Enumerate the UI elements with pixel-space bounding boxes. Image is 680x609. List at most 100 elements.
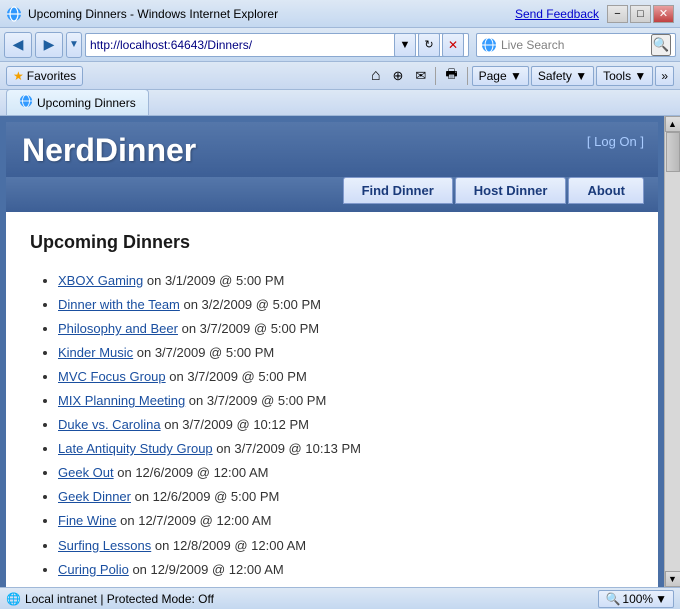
more-button[interactable]: » bbox=[655, 66, 674, 86]
dinner-detail: on 12/6/2009 @ 12:00 AM bbox=[114, 465, 269, 480]
nav-dropdown-button[interactable]: ▼ bbox=[66, 32, 82, 58]
zoom-button[interactable]: 🔍 100% ▼ bbox=[598, 590, 674, 608]
title-bar: Upcoming Dinners - Windows Internet Expl… bbox=[0, 0, 680, 28]
search-bar[interactable]: Live Search 🔍 bbox=[476, 33, 676, 57]
list-item: Duke vs. Carolina on 3/7/2009 @ 10:12 PM bbox=[58, 413, 634, 437]
dinner-link[interactable]: XBOX Gaming bbox=[58, 273, 143, 288]
dinner-detail: on 12/8/2009 @ 12:00 AM bbox=[151, 538, 306, 553]
dinner-link[interactable]: Philosophy and Beer bbox=[58, 321, 178, 336]
scroll-thumb[interactable] bbox=[666, 132, 680, 172]
list-item: Fine Wine on 12/7/2009 @ 12:00 AM bbox=[58, 509, 634, 533]
dinner-link[interactable]: Dinner with the Team bbox=[58, 297, 180, 312]
list-item: Surfing Lessons on 12/8/2009 @ 12:00 AM bbox=[58, 534, 634, 558]
dinner-link[interactable]: Kinder Music bbox=[58, 345, 133, 360]
forward-button[interactable]: ▶ bbox=[35, 32, 63, 58]
nav-bar: ◀ ▶ ▼ http://localhost:64643/Dinners/ ▼ … bbox=[0, 28, 680, 62]
toolbar-area: ⌂ ⊕ ✉ 🖶 Page ▼ Safety ▼ Tools ▼ » bbox=[87, 63, 674, 89]
safety-menu-button[interactable]: Safety ▼ bbox=[531, 66, 594, 86]
tools-menu-button[interactable]: Tools ▼ bbox=[596, 66, 653, 86]
back-button[interactable]: ◀ bbox=[4, 32, 32, 58]
log-on-link[interactable]: Log On bbox=[594, 134, 637, 149]
window-controls: − □ ✕ bbox=[607, 5, 674, 23]
search-placeholder: Live Search bbox=[501, 38, 651, 52]
close-button[interactable]: ✕ bbox=[653, 5, 674, 23]
favorites-button[interactable]: ★ Favorites bbox=[6, 66, 83, 86]
print-button[interactable]: 🖶 bbox=[440, 63, 462, 89]
send-feedback-link[interactable]: Send Feedback bbox=[515, 7, 599, 21]
ie-logo-icon bbox=[6, 6, 22, 22]
find-dinner-button[interactable]: Find Dinner bbox=[343, 177, 453, 204]
active-tab[interactable]: Upcoming Dinners bbox=[6, 89, 149, 115]
separator bbox=[435, 67, 436, 85]
minimize-button[interactable]: − bbox=[607, 5, 628, 23]
separator2 bbox=[467, 67, 468, 85]
site-title: NerdDinner bbox=[22, 132, 196, 168]
search-button[interactable]: 🔍 bbox=[651, 34, 671, 56]
zoom-icon: 🔍 bbox=[605, 592, 620, 606]
dinner-link[interactable]: Fine Wine bbox=[58, 513, 117, 528]
zoom-dropdown-icon: ▼ bbox=[655, 592, 667, 606]
list-item: Dinner with the Team on 3/2/2009 @ 5:00 … bbox=[58, 293, 634, 317]
dinner-link[interactable]: Geek Dinner bbox=[58, 489, 131, 504]
dinner-detail: on 3/1/2009 @ 5:00 PM bbox=[143, 273, 284, 288]
dinner-detail: on 3/7/2009 @ 10:12 PM bbox=[161, 417, 309, 432]
dinner-link[interactable]: Curing Polio bbox=[58, 562, 129, 577]
about-button[interactable]: About bbox=[568, 177, 644, 204]
scrollbar[interactable]: ▲ ▼ bbox=[664, 116, 680, 587]
scroll-track[interactable] bbox=[665, 132, 680, 571]
tab-ie-icon bbox=[19, 94, 33, 111]
scroll-up-button[interactable]: ▲ bbox=[665, 116, 680, 132]
dinner-detail: on 12/6/2009 @ 5:00 PM bbox=[131, 489, 279, 504]
email-button[interactable]: ✉ bbox=[410, 66, 431, 86]
log-on-area: [ Log On ] bbox=[587, 134, 644, 149]
address-dropdown-button[interactable]: ▼ bbox=[394, 33, 416, 57]
tab-label: Upcoming Dinners bbox=[37, 96, 136, 110]
scroll-down-button[interactable]: ▼ bbox=[665, 571, 680, 587]
favorites-label: Favorites bbox=[27, 69, 76, 83]
dinner-list: XBOX Gaming on 3/1/2009 @ 5:00 PMDinner … bbox=[30, 269, 634, 582]
status-bar: 🌐 Local intranet | Protected Mode: Off 🔍… bbox=[0, 587, 680, 609]
list-item: MVC Focus Group on 3/7/2009 @ 5:00 PM bbox=[58, 365, 634, 389]
dinner-link[interactable]: Surfing Lessons bbox=[58, 538, 151, 553]
window-title: Upcoming Dinners - Windows Internet Expl… bbox=[28, 7, 515, 21]
list-item: MIX Planning Meeting on 3/7/2009 @ 5:00 … bbox=[58, 389, 634, 413]
feeds-button[interactable]: ⊕ bbox=[388, 66, 409, 86]
list-item: XBOX Gaming on 3/1/2009 @ 5:00 PM bbox=[58, 269, 634, 293]
host-dinner-button[interactable]: Host Dinner bbox=[455, 177, 567, 204]
page-wrapper: NerdDinner [ Log On ] Find Dinner Host D… bbox=[0, 116, 664, 587]
stop-button[interactable]: ✕ bbox=[442, 33, 464, 57]
search-logo-icon bbox=[481, 37, 497, 53]
dinner-link[interactable]: Late Antiquity Study Group bbox=[58, 441, 213, 456]
dinner-detail: on 3/7/2009 @ 5:00 PM bbox=[133, 345, 274, 360]
address-icons: ▼ ↻ ✕ bbox=[394, 33, 464, 57]
page-menu-button[interactable]: Page ▼ bbox=[472, 66, 529, 86]
restore-button[interactable]: □ bbox=[630, 5, 651, 23]
favorites-bar: ★ Favorites ⌂ ⊕ ✉ 🖶 Page ▼ Safety ▼ Tool… bbox=[0, 62, 680, 90]
dinner-link[interactable]: Duke vs. Carolina bbox=[58, 417, 161, 432]
dinner-link[interactable]: MVC Focus Group bbox=[58, 369, 166, 384]
dinner-detail: on 3/7/2009 @ 10:13 PM bbox=[213, 441, 361, 456]
dinner-detail: on 3/7/2009 @ 5:00 PM bbox=[166, 369, 307, 384]
dinner-detail: on 3/7/2009 @ 5:00 PM bbox=[178, 321, 319, 336]
page-heading: Upcoming Dinners bbox=[30, 232, 634, 253]
browser-body: NerdDinner [ Log On ] Find Dinner Host D… bbox=[0, 116, 680, 587]
content-area: Upcoming Dinners XBOX Gaming on 3/1/2009… bbox=[6, 212, 658, 587]
dinner-link[interactable]: MIX Planning Meeting bbox=[58, 393, 185, 408]
dinner-detail: on 3/7/2009 @ 5:00 PM bbox=[185, 393, 326, 408]
site-header: NerdDinner [ Log On ] bbox=[6, 122, 658, 177]
page-inner: NerdDinner [ Log On ] Find Dinner Host D… bbox=[6, 122, 658, 587]
dinner-link[interactable]: Geek Out bbox=[58, 465, 114, 480]
dinner-detail: on 3/2/2009 @ 5:00 PM bbox=[180, 297, 321, 312]
list-item: Kinder Music on 3/7/2009 @ 5:00 PM bbox=[58, 341, 634, 365]
globe-icon: 🌐 bbox=[6, 592, 21, 606]
status-right: 🔍 100% ▼ bbox=[598, 590, 674, 608]
home-button[interactable]: ⌂ bbox=[366, 65, 386, 87]
list-item: Philosophy and Beer on 3/7/2009 @ 5:00 P… bbox=[58, 317, 634, 341]
list-item: Curing Polio on 12/9/2009 @ 12:00 AM bbox=[58, 558, 634, 582]
zone-text: Local intranet | Protected Mode: Off bbox=[25, 592, 214, 606]
address-bar[interactable]: http://localhost:64643/Dinners/ ▼ ↻ ✕ bbox=[85, 33, 469, 57]
status-left: 🌐 Local intranet | Protected Mode: Off bbox=[6, 592, 598, 606]
dinner-detail: on 12/7/2009 @ 12:00 AM bbox=[117, 513, 272, 528]
refresh-button[interactable]: ↻ bbox=[418, 33, 440, 57]
star-icon: ★ bbox=[13, 69, 24, 83]
